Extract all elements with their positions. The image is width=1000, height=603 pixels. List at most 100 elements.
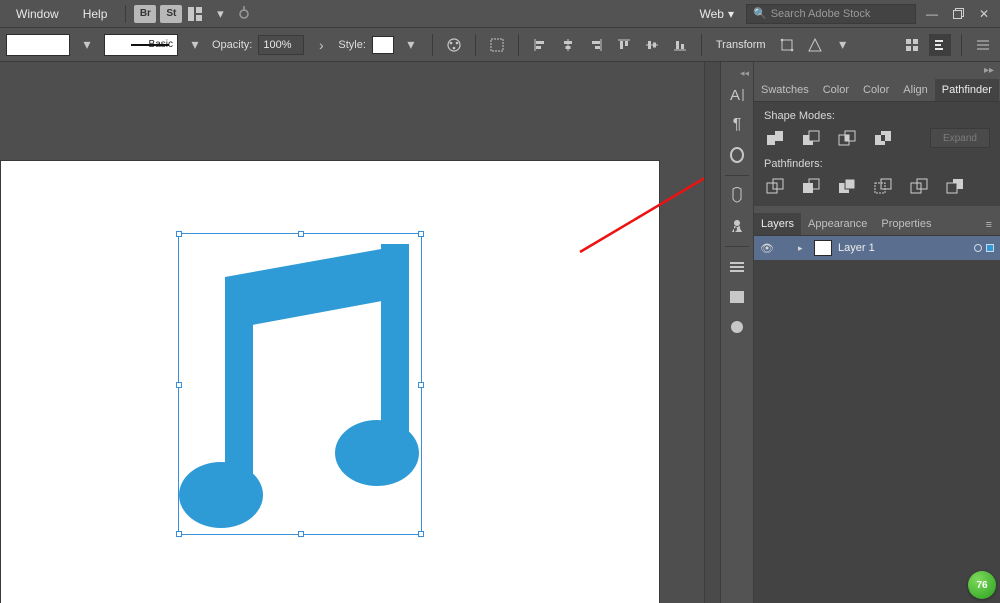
pathfinder-exclude-icon[interactable] xyxy=(872,128,894,148)
pathfinder-minus-front-icon[interactable] xyxy=(800,128,822,148)
chevron-down-icon[interactable]: ▾ xyxy=(210,4,230,24)
align-bottom-icon[interactable] xyxy=(669,34,691,56)
style-swatch[interactable] xyxy=(372,36,394,54)
bridge-chip[interactable]: Br xyxy=(134,5,156,23)
asset-export-panel-icon[interactable] xyxy=(723,313,751,341)
pathfinder-unite-icon[interactable] xyxy=(764,128,786,148)
separator xyxy=(125,5,126,23)
fill-swatch[interactable] xyxy=(6,34,70,56)
panel-grip[interactable]: ▸▸ xyxy=(754,62,1000,78)
chevron-down-icon[interactable]: ▾ xyxy=(832,34,854,56)
chevron-right-icon[interactable]: › xyxy=(310,34,332,56)
arrange-docs-icon[interactable] xyxy=(186,4,206,24)
tab-layers[interactable]: Layers xyxy=(754,213,801,235)
separator xyxy=(725,175,749,176)
layers-panel: 👁 ▸ Layer 1 xyxy=(754,236,1000,603)
gpu-icon[interactable] xyxy=(234,4,254,24)
canvas-area[interactable] xyxy=(0,62,704,603)
search-icon: 🔍 xyxy=(753,7,767,20)
brushes-panel-icon[interactable] xyxy=(723,182,751,210)
paragraph-panel-icon[interactable]: ¶ xyxy=(723,111,751,139)
pathfinder-expand-button[interactable]: Expand xyxy=(930,128,990,148)
selection-bounding-box[interactable] xyxy=(178,233,422,535)
isolate-icon[interactable] xyxy=(804,34,826,56)
artboard[interactable] xyxy=(0,160,660,603)
stock-chip[interactable]: St xyxy=(160,5,182,23)
corner-badge: 76 xyxy=(968,571,996,599)
tab-swatches[interactable]: Swatches xyxy=(754,79,816,101)
grid-view-icon[interactable] xyxy=(901,34,923,56)
selection-color-icon xyxy=(986,244,994,252)
separator xyxy=(518,34,519,56)
search-placeholder: Search Adobe Stock xyxy=(771,8,871,20)
list-view-icon[interactable] xyxy=(972,34,994,56)
menu-window[interactable]: Window xyxy=(6,3,69,25)
layer-row[interactable]: 👁 ▸ Layer 1 xyxy=(754,236,1000,260)
tab-align[interactable]: Align xyxy=(896,79,934,101)
chevron-down-icon[interactable]: ▾ xyxy=(76,34,98,56)
pathfinders-label: Pathfinders: xyxy=(764,158,990,170)
tab-properties[interactable]: Properties xyxy=(874,213,938,235)
stroke-panel-icon[interactable] xyxy=(723,141,751,169)
doc-setup-icon[interactable] xyxy=(486,34,508,56)
snap-icon[interactable] xyxy=(929,34,951,56)
target-icon[interactable] xyxy=(974,244,982,252)
shape-icon[interactable] xyxy=(776,34,798,56)
menu-help[interactable]: Help xyxy=(73,3,118,25)
search-input[interactable]: 🔍 Search Adobe Stock xyxy=(746,4,916,24)
panel-menu-icon[interactable]: ≡ xyxy=(978,215,1000,235)
align-panel-icon[interactable] xyxy=(723,253,751,281)
pathfinder-outline-icon[interactable] xyxy=(908,176,930,196)
pathfinder-divide-icon[interactable] xyxy=(764,176,786,196)
align-left-icon[interactable] xyxy=(529,34,551,56)
collapse-grip-icon[interactable]: ◂◂ xyxy=(740,68,753,79)
chevron-down-icon[interactable]: ▾ xyxy=(400,34,422,56)
opacity-input[interactable]: 100% xyxy=(258,35,304,55)
layer-name[interactable]: Layer 1 xyxy=(838,242,875,254)
pathfinder-minus-back-icon[interactable] xyxy=(944,176,966,196)
stroke-profile[interactable]: Basic xyxy=(104,34,178,56)
maximize-button[interactable] xyxy=(948,6,968,22)
visibility-icon[interactable]: 👁 xyxy=(760,242,774,255)
workspace-body: ◂◂ A ¶ ▸▸ Swatches Color Color Align Pat… xyxy=(0,62,1000,603)
minimize-button[interactable]: — xyxy=(922,6,942,22)
style-label: Style: xyxy=(338,39,366,51)
tab-appearance[interactable]: Appearance xyxy=(801,213,874,235)
tab-pathfinder[interactable]: Pathfinder xyxy=(935,79,999,101)
layers-tabs: Layers Appearance Properties ≡ xyxy=(754,212,1000,236)
align-hcenter-icon[interactable] xyxy=(557,34,579,56)
chevron-down-icon: ▾ xyxy=(728,7,734,21)
tab-color-guide[interactable]: Color xyxy=(856,79,896,101)
align-right-icon[interactable] xyxy=(585,34,607,56)
separator xyxy=(961,34,962,56)
separator xyxy=(725,246,749,247)
align-vcenter-icon[interactable] xyxy=(641,34,663,56)
panel-stack: ▸▸ Swatches Color Color Align Pathfinder… xyxy=(754,62,1000,603)
separator xyxy=(432,34,433,56)
collapsed-panel-dock: ◂◂ A ¶ xyxy=(720,62,754,603)
svg-text:A: A xyxy=(730,87,740,104)
pathfinder-merge-icon[interactable] xyxy=(836,176,858,196)
artboards-panel-icon[interactable] xyxy=(723,283,751,311)
symbols-panel-icon[interactable] xyxy=(723,212,751,240)
pathfinder-intersect-icon[interactable] xyxy=(836,128,858,148)
pathfinder-panel: Shape Modes: Expand Pathfinders: xyxy=(754,102,1000,206)
chevron-down-icon[interactable]: ▾ xyxy=(184,34,206,56)
transform-label[interactable]: Transform xyxy=(712,39,770,51)
recolor-icon[interactable] xyxy=(443,34,465,56)
chevron-right-icon[interactable]: ▸ xyxy=(798,243,808,254)
separator xyxy=(475,34,476,56)
layer-thumbnail[interactable] xyxy=(814,240,832,256)
separator xyxy=(701,34,702,56)
close-button[interactable]: ✕ xyxy=(974,6,994,22)
type-panel-icon[interactable]: A xyxy=(723,81,751,109)
vertical-scrollbar[interactable] xyxy=(704,62,720,603)
pathfinder-trim-icon[interactable] xyxy=(800,176,822,196)
tab-color[interactable]: Color xyxy=(816,79,856,101)
pathfinder-tabs: Swatches Color Color Align Pathfinder ≡ xyxy=(754,78,1000,102)
workspace-label: Web xyxy=(700,7,724,21)
align-top-icon[interactable] xyxy=(613,34,635,56)
pathfinder-crop-icon[interactable] xyxy=(872,176,894,196)
options-bar: ▾ Basic ▾ Opacity: 100% › Style: ▾ Trans… xyxy=(0,28,1000,62)
workspace-switcher[interactable]: Web ▾ xyxy=(694,7,741,21)
